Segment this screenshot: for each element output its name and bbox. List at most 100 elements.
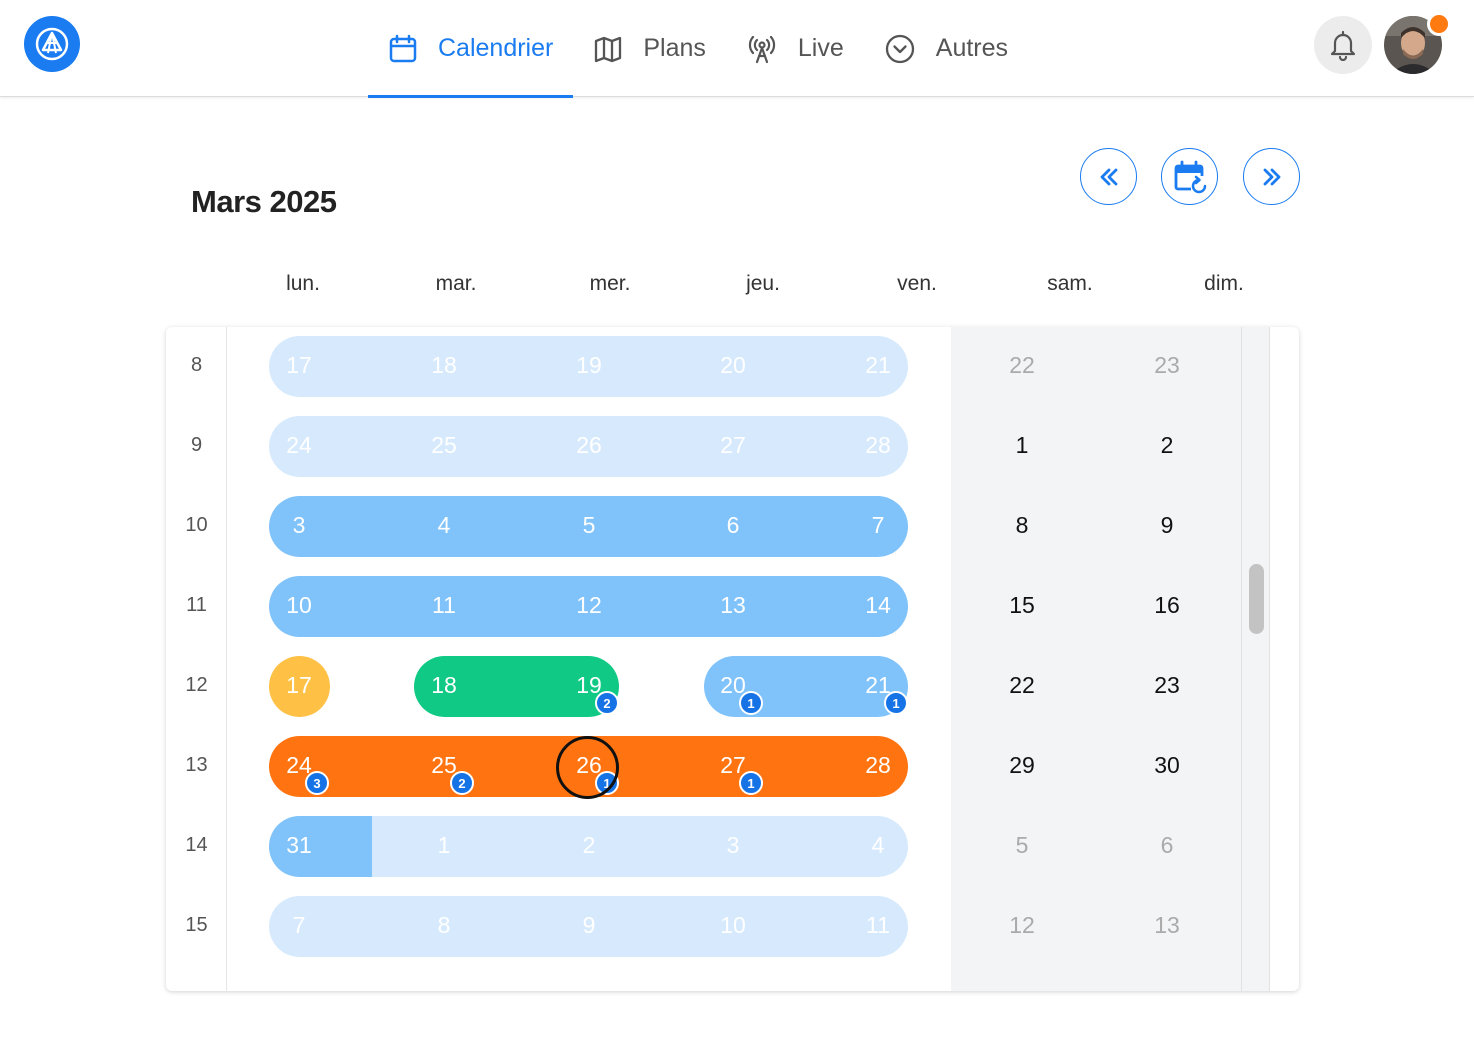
- day-cell[interactable]: 5: [987, 832, 1057, 859]
- nav-plans[interactable]: Plans: [573, 0, 726, 97]
- weekday-header: sam.: [1047, 272, 1093, 295]
- day-cell[interactable]: 31: [264, 832, 334, 859]
- day-cell[interactable]: 15: [987, 592, 1057, 619]
- broadcast-icon: [748, 35, 775, 63]
- main-nav: Calendrier Plans Live Autres: [368, 0, 1028, 98]
- day-cell[interactable]: 7: [843, 512, 913, 539]
- day-cell[interactable]: 29: [987, 752, 1057, 779]
- day-cell[interactable]: 18: [409, 672, 479, 699]
- day-cell[interactable]: 2: [554, 832, 624, 859]
- day-cell[interactable]: 7: [264, 912, 334, 939]
- day-cell[interactable]: 27: [698, 432, 768, 459]
- month-title: Mars 2025: [191, 184, 337, 219]
- day-cell[interactable]: 10: [264, 592, 334, 619]
- day-cell[interactable]: 3: [264, 512, 334, 539]
- day-cell[interactable]: 6: [698, 512, 768, 539]
- day-cell[interactable]: 20: [698, 352, 768, 379]
- event-count-badge: 1: [739, 691, 763, 715]
- weekday-header: mer.: [589, 272, 631, 295]
- day-cell[interactable]: 9: [1132, 512, 1202, 539]
- day-cell[interactable]: 25: [409, 432, 479, 459]
- notifications-button[interactable]: [1314, 16, 1372, 74]
- weekday-header: jeu.: [746, 272, 780, 295]
- double-chevron-left-icon: [1100, 168, 1117, 185]
- day-cell[interactable]: 22: [987, 352, 1057, 379]
- day-cell[interactable]: 1: [409, 832, 479, 859]
- notification-dot: [1427, 12, 1451, 36]
- double-chevron-right-icon: [1263, 168, 1280, 185]
- weekday-header: ven.: [897, 272, 937, 295]
- chevron-circle-icon: [885, 34, 914, 63]
- day-cell[interactable]: 13: [698, 592, 768, 619]
- day-cell[interactable]: 14: [843, 592, 913, 619]
- week-number: 9: [190, 434, 203, 456]
- week-number: 12: [185, 674, 208, 696]
- day-cell[interactable]: 17: [264, 672, 334, 699]
- nav-calendrier[interactable]: Calendrier: [368, 0, 574, 98]
- nav-label: Plans: [643, 34, 706, 62]
- day-cell[interactable]: 22: [987, 672, 1057, 699]
- today-indicator: [556, 736, 619, 799]
- calendar-grid: 8 17 18 19 20 21 22 23 9 24 25 26 27 28 1 2 10 3 4 5 6 7 8 9 11 1…: [166, 327, 1299, 991]
- previous-month-button[interactable]: [1080, 148, 1137, 205]
- event-count-badge: 1: [884, 691, 908, 715]
- app-logo[interactable]: [24, 16, 80, 72]
- day-cell[interactable]: 17: [264, 352, 334, 379]
- logo-icon: [35, 27, 69, 61]
- day-cell[interactable]: 4: [409, 512, 479, 539]
- week-number-column: [166, 327, 227, 991]
- day-cell[interactable]: 6: [1132, 832, 1202, 859]
- day-cell[interactable]: 16: [1132, 592, 1202, 619]
- nav-autres[interactable]: Autres: [864, 0, 1028, 97]
- day-cell[interactable]: 26: [554, 432, 624, 459]
- day-cell[interactable]: 28: [843, 752, 913, 779]
- event-count-badge: 1: [739, 771, 763, 795]
- day-cell[interactable]: 18: [409, 352, 479, 379]
- next-month-button[interactable]: [1243, 148, 1300, 205]
- day-cell[interactable]: 23: [1132, 672, 1202, 699]
- nav-label: Live: [797, 34, 844, 62]
- day-cell[interactable]: 1: [987, 432, 1057, 459]
- nav-label: Autres: [935, 34, 1009, 62]
- day-cell[interactable]: 12: [987, 912, 1057, 939]
- day-cell[interactable]: 8: [987, 512, 1057, 539]
- weekend-column: [951, 327, 1241, 991]
- day-cell[interactable]: 11: [843, 912, 913, 939]
- day-cell[interactable]: 11: [409, 592, 479, 619]
- day-cell[interactable]: 2: [1132, 432, 1202, 459]
- today-button[interactable]: [1161, 148, 1218, 205]
- event-count-badge: 2: [595, 691, 619, 715]
- day-cell[interactable]: 12: [554, 592, 624, 619]
- calendar-reset-icon: [1174, 160, 1206, 193]
- day-cell[interactable]: 10: [698, 912, 768, 939]
- bell-icon: [1330, 30, 1356, 61]
- day-cell[interactable]: 8: [409, 912, 479, 939]
- day-cell[interactable]: 21: [843, 352, 913, 379]
- day-cell[interactable]: 9: [554, 912, 624, 939]
- weekday-header: mar.: [435, 272, 477, 295]
- event-count-badge: 2: [450, 771, 474, 795]
- week-number: 8: [190, 354, 203, 376]
- scrollbar-track[interactable]: [1241, 327, 1270, 991]
- day-cell[interactable]: 24: [264, 432, 334, 459]
- day-cell[interactable]: 4: [843, 832, 913, 859]
- day-cell[interactable]: 28: [843, 432, 913, 459]
- event-count-badge: 3: [305, 771, 329, 795]
- nav-live[interactable]: Live: [726, 0, 864, 97]
- day-cell[interactable]: 30: [1132, 752, 1202, 779]
- week-number: 13: [185, 754, 208, 776]
- scrollbar-thumb[interactable]: [1249, 564, 1264, 634]
- nav-label: Calendrier: [438, 34, 554, 62]
- weekday-header: dim.: [1204, 272, 1244, 295]
- weekday-header: lun.: [286, 272, 320, 295]
- map-icon: [595, 36, 622, 62]
- day-cell[interactable]: 13: [1132, 912, 1202, 939]
- day-cell[interactable]: 5: [554, 512, 624, 539]
- day-cell[interactable]: 19: [554, 352, 624, 379]
- week-number: 14: [185, 834, 208, 856]
- calendar-icon: [389, 34, 417, 62]
- top-bar: Calendrier Plans Live Autres: [0, 0, 1474, 98]
- day-cell[interactable]: 23: [1132, 352, 1202, 379]
- day-cell[interactable]: 3: [698, 832, 768, 859]
- week-number: 11: [186, 594, 207, 616]
